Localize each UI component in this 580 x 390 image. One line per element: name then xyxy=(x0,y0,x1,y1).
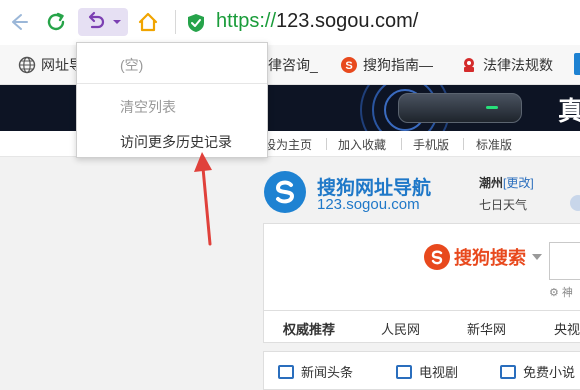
mobile-version-link[interactable]: 手机版 xyxy=(413,136,449,153)
divider xyxy=(463,138,464,150)
bookmark-label: 搜狗指南— xyxy=(363,57,433,73)
nav-item-people[interactable]: 人民网 xyxy=(381,319,420,338)
undo-close-tab-icon xyxy=(88,11,105,29)
nav-item-cctv[interactable]: 央视 xyxy=(554,319,580,338)
browser-toolbar: https://123.sogou.com/ xyxy=(0,0,580,45)
banner-device-led xyxy=(486,106,498,109)
dropdown-empty-label: (空) xyxy=(120,57,144,73)
bookmark-overflow-icon[interactable] xyxy=(574,53,580,75)
category-label: 电视剧 xyxy=(419,365,459,380)
nav-item-authority[interactable]: 权威推荐 xyxy=(283,319,335,338)
banner-text: 真 xyxy=(558,96,580,126)
category-label: 免费小说 xyxy=(523,365,576,380)
divider xyxy=(326,138,327,150)
side-scroll-icon[interactable] xyxy=(570,195,580,211)
set-homepage-link[interactable]: 设为主页 xyxy=(264,136,312,153)
divider xyxy=(401,138,402,150)
search-input[interactable] xyxy=(549,242,580,280)
recommend-nav-row: 权威推荐 人民网 新华网 央视 xyxy=(263,311,580,343)
tv-icon xyxy=(396,364,412,379)
site-url[interactable]: 123.sogou.com xyxy=(317,196,420,213)
chevron-down-icon xyxy=(532,254,542,260)
nav-item-xinhua[interactable]: 新华网 xyxy=(467,319,506,338)
back-arrow-icon xyxy=(12,14,28,30)
sogou-icon: S xyxy=(340,56,358,74)
book-icon xyxy=(500,364,516,379)
category-news[interactable]: 新闻头条 xyxy=(278,362,353,381)
category-novel[interactable]: 免费小说 xyxy=(500,362,575,381)
bookmark-label: 法律法规数 xyxy=(483,57,553,73)
chevron-down-icon xyxy=(113,20,121,24)
closed-tabs-dropdown: (空) 清空列表 访问更多历史记录 xyxy=(76,42,268,158)
weather-forecast-link[interactable]: 七日天气 xyxy=(479,196,527,213)
search-engine-selector[interactable]: 搜狗搜索 xyxy=(424,244,542,270)
banner-device-image xyxy=(398,93,522,123)
toolbar-divider xyxy=(175,10,176,34)
search-settings-label: 神 xyxy=(561,287,573,299)
bookmark-item-2[interactable]: 律咨询_ xyxy=(268,55,318,75)
undo-close-tab-button[interactable] xyxy=(78,8,128,36)
refresh-button[interactable] xyxy=(42,8,70,36)
bookmark-item-4[interactable]: 法律法规数 xyxy=(460,55,553,75)
standard-version-link[interactable]: 标准版 xyxy=(476,136,512,153)
search-settings[interactable]: ⚙ 神 xyxy=(549,284,573,300)
sogou-search-icon xyxy=(424,244,450,270)
change-city-link[interactable]: [更改] xyxy=(503,174,534,191)
security-shield-icon xyxy=(188,14,204,32)
svg-text:S: S xyxy=(345,60,352,72)
bookmark-item-1[interactable]: 网址导 xyxy=(18,55,83,75)
bookmark-item-3[interactable]: S 搜狗指南— xyxy=(340,55,433,75)
category-label: 新闻头条 xyxy=(301,365,354,380)
category-tv[interactable]: 电视剧 xyxy=(396,362,458,381)
dropdown-divider xyxy=(77,83,267,84)
search-brand-label: 搜狗搜索 xyxy=(454,248,526,268)
sogou-logo-icon[interactable] xyxy=(264,171,306,213)
home-button[interactable] xyxy=(134,8,162,36)
clear-list-item[interactable]: 清空列表 xyxy=(120,97,176,117)
bookmark-label: 律咨询_ xyxy=(268,57,318,73)
globe-icon xyxy=(18,56,36,74)
category-row: 新闻头条 电视剧 免费小说 xyxy=(263,351,580,390)
url-host: 123.sogou.com/ xyxy=(276,10,419,32)
more-history-item[interactable]: 访问更多历史记录 xyxy=(120,132,232,152)
add-favorite-link[interactable]: 加入收藏 xyxy=(338,136,386,153)
weather-city: 潮州 xyxy=(479,176,504,190)
refresh-icon xyxy=(47,12,65,31)
news-icon xyxy=(278,364,294,379)
back-button[interactable] xyxy=(4,8,32,36)
address-bar[interactable]: https://123.sogou.com/ xyxy=(216,10,418,33)
legal-icon xyxy=(460,56,478,74)
home-icon xyxy=(138,12,158,32)
url-protocol: https:// xyxy=(216,10,277,32)
